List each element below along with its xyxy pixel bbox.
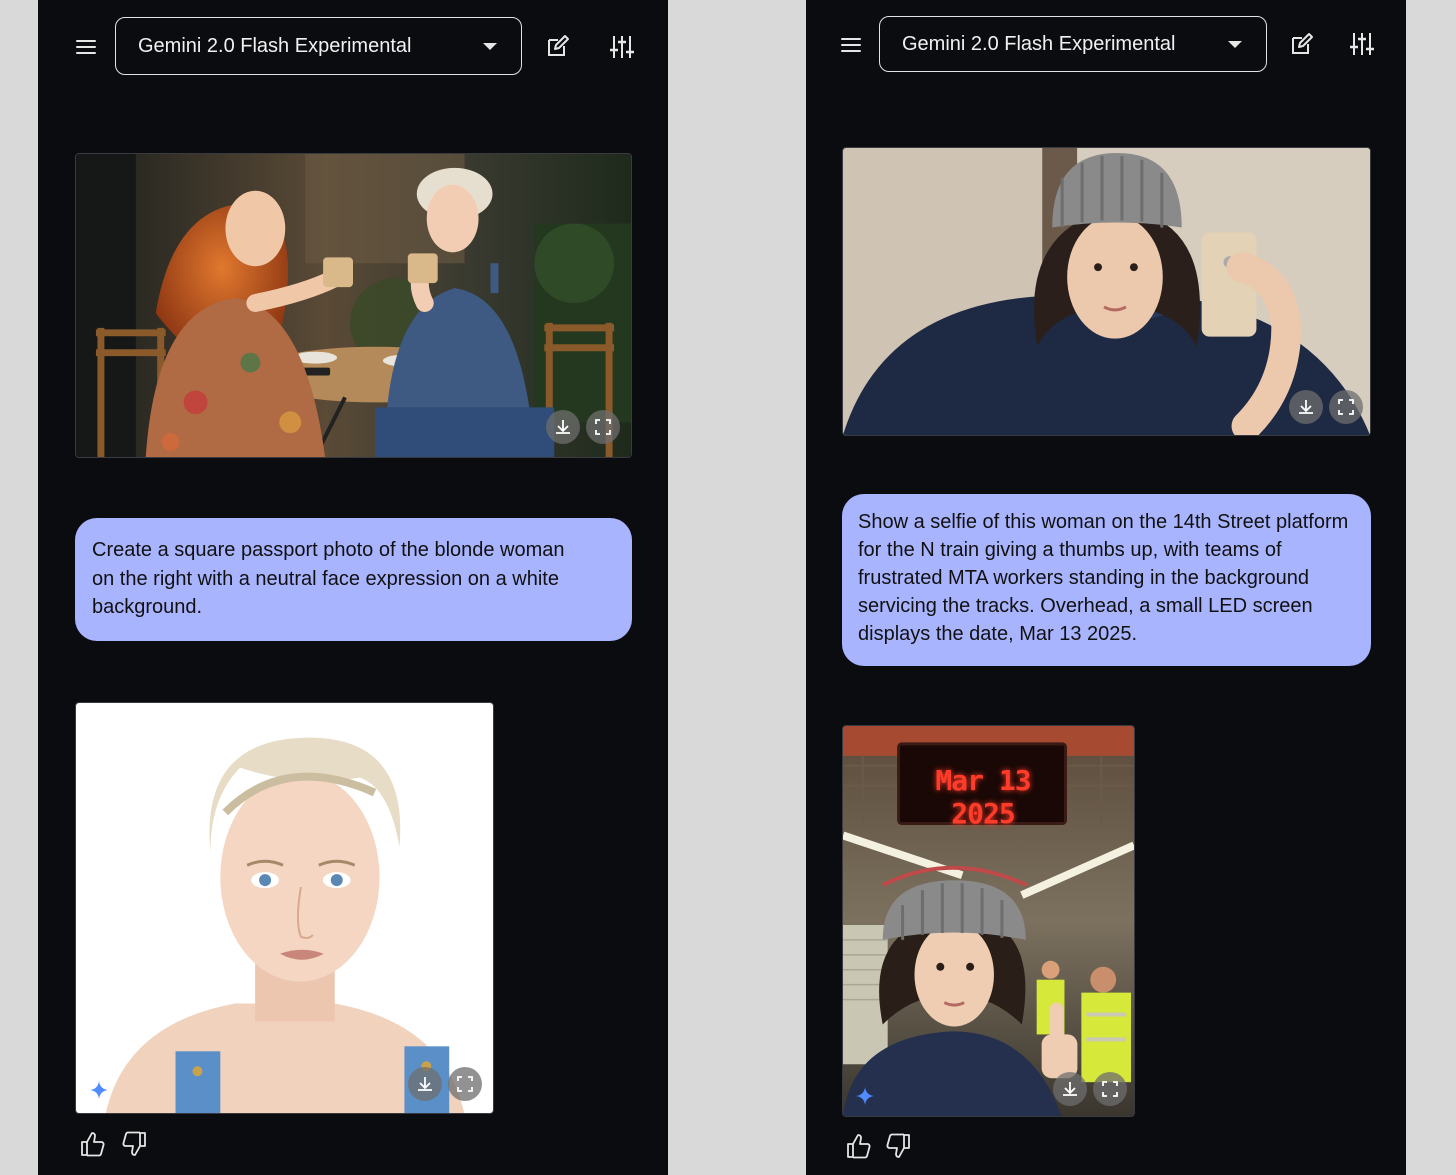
chevron-down-icon [1228, 41, 1242, 48]
thumbs-down-icon[interactable] [120, 1130, 148, 1158]
prompt-line: background. [92, 596, 203, 618]
right-chat-panel: Gemini 2.0 Flash Experimental Show a sel… [806, 0, 1406, 1175]
prompt-line: frustrated MTA workers standing in the b… [858, 567, 1309, 589]
download-button[interactable] [546, 410, 580, 444]
chevron-down-icon [483, 43, 497, 50]
user-prompt-bubble: Create a square passport photo of the bl… [75, 518, 632, 641]
fullscreen-button[interactable] [1093, 1072, 1127, 1106]
model-selector[interactable]: Gemini 2.0 Flash Experimental [879, 16, 1267, 72]
left-chat-panel: Gemini 2.0 Flash Experimental Create a s… [38, 0, 668, 1175]
source-image-cafe[interactable] [75, 153, 632, 458]
generated-image-subway[interactable]: Mar 13 2025 [842, 725, 1135, 1117]
tune-icon[interactable] [608, 33, 636, 61]
prompt-line: servicing the tracks. Overhead, a small … [858, 595, 1313, 617]
thumbs-up-icon[interactable] [845, 1132, 873, 1160]
mirror-selfie-photo [843, 148, 1370, 435]
prompt-line: Create a square passport photo of the bl… [92, 539, 565, 561]
model-name: Gemini 2.0 Flash Experimental [138, 34, 412, 57]
cafe-photo [76, 154, 631, 457]
download-button[interactable] [408, 1067, 442, 1101]
prompt-line: on the right with a neutral face express… [92, 567, 559, 590]
tune-icon[interactable] [1348, 30, 1376, 58]
fullscreen-button[interactable] [1329, 390, 1363, 424]
fullscreen-icon [595, 419, 611, 435]
download-icon [556, 420, 570, 434]
edit-icon[interactable] [544, 32, 572, 60]
generated-image-passport[interactable] [75, 702, 494, 1114]
download-button[interactable] [1053, 1072, 1087, 1106]
led-date-display: Mar 13 2025 [935, 764, 1031, 830]
menu-icon[interactable] [74, 37, 98, 57]
fullscreen-icon [457, 1076, 473, 1092]
prompt-line: Show a selfie of this woman on the 14th … [858, 511, 1349, 533]
prompt-line: displays the date, Mar 13 2025. [858, 623, 1138, 645]
passport-photo [76, 703, 493, 1113]
download-icon [418, 1077, 432, 1091]
user-prompt-bubble: Show a selfie of this woman on the 14th … [842, 494, 1371, 666]
fullscreen-icon [1102, 1081, 1118, 1097]
gemini-sparkle-icon [90, 1081, 108, 1099]
edit-icon[interactable] [1288, 30, 1316, 58]
fullscreen-button[interactable] [448, 1067, 482, 1101]
gemini-sparkle-icon [856, 1087, 874, 1105]
thumbs-up-icon[interactable] [79, 1130, 107, 1158]
model-name: Gemini 2.0 Flash Experimental [902, 32, 1176, 55]
download-icon [1299, 400, 1313, 414]
model-selector[interactable]: Gemini 2.0 Flash Experimental [115, 17, 522, 75]
fullscreen-button[interactable] [586, 410, 620, 444]
prompt-line: for the N train giving a thumbs up, with… [858, 539, 1282, 561]
source-image-selfie[interactable] [842, 147, 1371, 436]
fullscreen-icon [1338, 399, 1354, 415]
menu-icon[interactable] [839, 35, 863, 55]
download-icon [1063, 1082, 1077, 1096]
download-button[interactable] [1289, 390, 1323, 424]
thumbs-down-icon[interactable] [884, 1132, 912, 1160]
